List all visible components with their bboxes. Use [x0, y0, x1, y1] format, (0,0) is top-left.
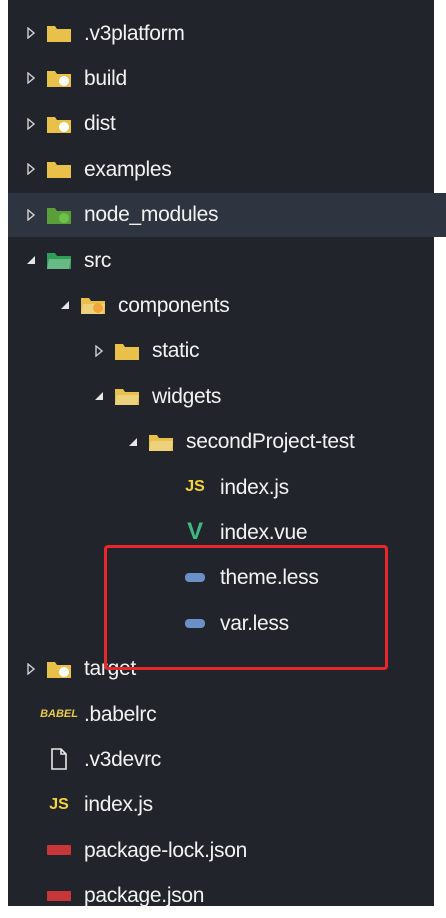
- tree-item-label: widgets: [152, 384, 222, 408]
- folder-open-icon: [112, 384, 142, 408]
- tree-item-label: secondProject-test: [186, 430, 355, 454]
- chevron-right-icon[interactable]: [24, 114, 38, 134]
- tree-item[interactable]: static: [8, 329, 446, 373]
- tree-item-label: package-lock.json: [84, 838, 247, 862]
- tree-item-label: index.js: [220, 475, 289, 499]
- tree-item[interactable]: JS index.js: [8, 465, 446, 509]
- tree-item[interactable]: components: [8, 283, 446, 327]
- tree-item[interactable]: dist: [8, 102, 446, 146]
- tree-item[interactable]: .v3devrc: [8, 737, 446, 781]
- tree-item-label: static: [152, 339, 200, 363]
- folder-open-icon: [146, 430, 176, 454]
- tree-item-label: node_modules: [84, 203, 219, 227]
- chevron-right-icon[interactable]: [92, 341, 106, 361]
- folder-dist-icon: [44, 112, 74, 136]
- babel-file-icon: BABEL: [40, 702, 78, 726]
- tree-item[interactable]: BABEL .babelrc: [8, 692, 446, 736]
- tree-item-label: examples: [84, 157, 172, 181]
- tree-item-label: .v3platform: [84, 21, 185, 45]
- chevron-down-icon[interactable]: [24, 250, 38, 270]
- folder-icon: [44, 21, 74, 45]
- file-explorer-tree: .v3platform build dist examples node_modules…: [8, 0, 446, 906]
- tree-item[interactable]: widgets: [8, 374, 446, 418]
- chevron-right-icon[interactable]: [24, 659, 38, 679]
- npm-file-icon: [44, 838, 74, 862]
- tree-item-label: dist: [84, 112, 116, 136]
- file-icon: [44, 747, 74, 771]
- tree-item-label: src: [84, 248, 112, 272]
- folder-target-icon: [44, 657, 74, 681]
- js-badge: JS: [49, 795, 69, 813]
- chevron-right-icon[interactable]: [24, 68, 38, 88]
- folder-src-open-icon: [44, 248, 74, 272]
- chevron-down-icon[interactable]: [92, 386, 106, 406]
- highlight-box: [104, 545, 388, 670]
- chevron-down-icon[interactable]: [126, 432, 140, 452]
- folder-components-open-icon: [78, 293, 108, 317]
- npm-file-icon: [44, 884, 74, 908]
- vue-badge: V: [187, 518, 203, 546]
- js-file-icon: JS: [44, 793, 74, 817]
- folder-icon: [44, 157, 74, 181]
- folder-build-icon: [44, 66, 74, 90]
- vue-file-icon: V: [180, 518, 210, 546]
- babel-badge: BABEL: [40, 708, 78, 720]
- chevron-right-icon[interactable]: [24, 205, 38, 225]
- tree-item[interactable]: .v3platform: [8, 11, 446, 55]
- tree-item-label: index.vue: [220, 520, 308, 544]
- tree-item[interactable]: examples: [8, 147, 446, 191]
- tree-item[interactable]: package-lock.json: [8, 828, 446, 872]
- tree-item-label: package.json: [84, 884, 205, 908]
- tree-item-label: components: [118, 293, 230, 317]
- tree-item-label: index.js: [84, 793, 153, 817]
- js-badge: JS: [185, 478, 205, 495]
- tree-item-label: .v3devrc: [84, 747, 161, 771]
- tree-item-label: build: [84, 66, 127, 90]
- js-file-icon: JS: [180, 475, 210, 499]
- tree-item[interactable]: build: [8, 56, 446, 100]
- chevron-right-icon[interactable]: [24, 23, 38, 43]
- tree-item[interactable]: package.json: [8, 874, 446, 918]
- tree-item[interactable]: JS index.js: [8, 783, 446, 827]
- tree-item[interactable]: node_modules: [8, 192, 446, 237]
- folder-node-icon: [44, 203, 74, 227]
- tree-item-label: .babelrc: [84, 702, 157, 726]
- chevron-down-icon[interactable]: [58, 295, 72, 315]
- tree-item[interactable]: secondProject-test: [8, 420, 446, 464]
- tree-item[interactable]: src: [8, 238, 446, 282]
- chevron-right-icon[interactable]: [24, 159, 38, 179]
- folder-icon: [112, 339, 142, 363]
